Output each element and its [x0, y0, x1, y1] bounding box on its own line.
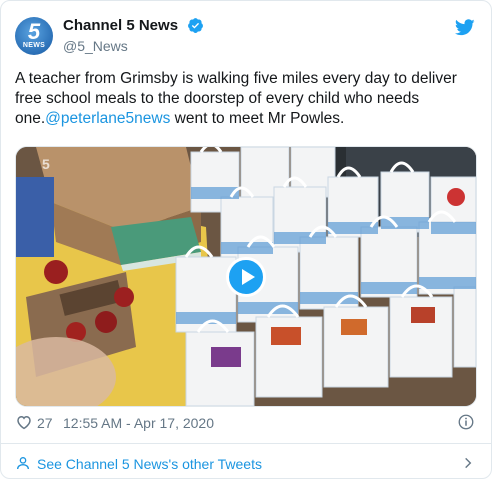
avatar[interactable]: 5 NEWS	[15, 17, 53, 55]
timestamp[interactable]: 12:55 AM - Apr 17, 2020	[63, 415, 214, 431]
embedded-tweet-card: 5 NEWS Channel 5 News @5_News A teacher …	[0, 0, 492, 479]
heart-icon[interactable]	[15, 413, 33, 431]
other-tweets-label[interactable]: See Channel 5 News's other Tweets	[37, 456, 262, 472]
divider	[1, 443, 491, 444]
video-thumbnail[interactable]: 5	[15, 146, 477, 407]
twitter-bird-icon[interactable]	[455, 19, 475, 36]
author-names: Channel 5 News @5_News	[63, 17, 204, 54]
verified-badge-icon	[187, 18, 203, 34]
tweet-meta: 27 12:55 AM - Apr 17, 2020	[15, 413, 477, 433]
author-display-name[interactable]: Channel 5 News	[63, 17, 178, 34]
author-handle[interactable]: @5_News	[63, 38, 204, 54]
play-icon[interactable]	[226, 256, 266, 297]
person-icon	[17, 457, 29, 470]
info-icon[interactable]	[457, 413, 475, 431]
tweet-text: A teacher from Grimsby is walking five m…	[15, 69, 477, 129]
other-tweets-link[interactable]: See Channel 5 News's other Tweets	[15, 453, 477, 475]
mention-link[interactable]: @peterlane5news	[45, 110, 170, 127]
chevron-right-icon[interactable]	[461, 456, 475, 470]
tweet-header: 5 NEWS Channel 5 News @5_News	[15, 13, 477, 61]
avatar-caption: NEWS	[22, 42, 46, 49]
svg-text:5: 5	[42, 156, 50, 172]
tweet-text-tail: went to meet Mr Powles.	[170, 110, 345, 127]
like-count[interactable]: 27	[37, 415, 53, 431]
